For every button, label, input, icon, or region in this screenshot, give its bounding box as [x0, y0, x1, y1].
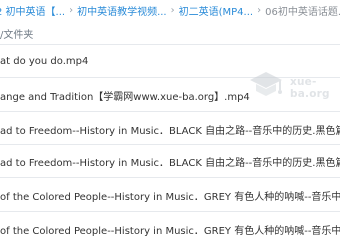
- breadcrumb-item-1[interactable]: 2 初中英语【...: [0, 3, 65, 18]
- file-row[interactable]: ad to Freedom--History in Music．BLACK 自由…: [0, 150, 340, 172]
- breadcrumb-item-3[interactable]: 初二英语(MP4...: [179, 3, 253, 18]
- divider: [0, 177, 340, 178]
- file-name[interactable]: of the Colored People--History in Music．…: [0, 188, 340, 203]
- file-row[interactable]: ad to Freedom--History in Music．BLACK 自由…: [0, 118, 340, 140]
- breadcrumb-item-2[interactable]: 初中英语教学视频...: [77, 3, 167, 18]
- divider: [0, 144, 340, 145]
- breadcrumb: 2 初中英语【... › 初中英语教学视频... › 初二英语(MP4... ›…: [0, 0, 340, 20]
- file-name[interactable]: ad to Freedom--History in Music．BLACK 自由…: [0, 154, 340, 169]
- file-name[interactable]: ad to Freedom--History in Music．BLACK 自由…: [0, 122, 340, 137]
- section-label: /文件夹: [0, 30, 34, 41]
- file-name[interactable]: at do you do.mp4: [0, 56, 88, 67]
- breadcrumb-separator: ›: [69, 4, 74, 16]
- breadcrumb-separator: ›: [170, 4, 175, 16]
- divider: [0, 44, 340, 45]
- breadcrumb-separator: ›: [257, 4, 262, 16]
- file-row[interactable]: of the Colored People--History in Music．…: [0, 218, 340, 240]
- watermark-logo: xue-ba.org: [246, 66, 336, 106]
- watermark-text: xue-ba.org: [290, 76, 330, 100]
- divider: [0, 111, 340, 112]
- breadcrumb-item-current[interactable]: 06初中英语话题...: [265, 3, 340, 18]
- graduation-cap-icon: [250, 72, 282, 96]
- file-name[interactable]: ange and Tradition【学霸网www.xue-ba.org】.mp…: [0, 88, 250, 103]
- divider: [0, 211, 340, 212]
- file-name[interactable]: of the Colored People--History in Music．…: [0, 222, 340, 237]
- file-row[interactable]: of the Colored People--History in Music．…: [0, 184, 340, 206]
